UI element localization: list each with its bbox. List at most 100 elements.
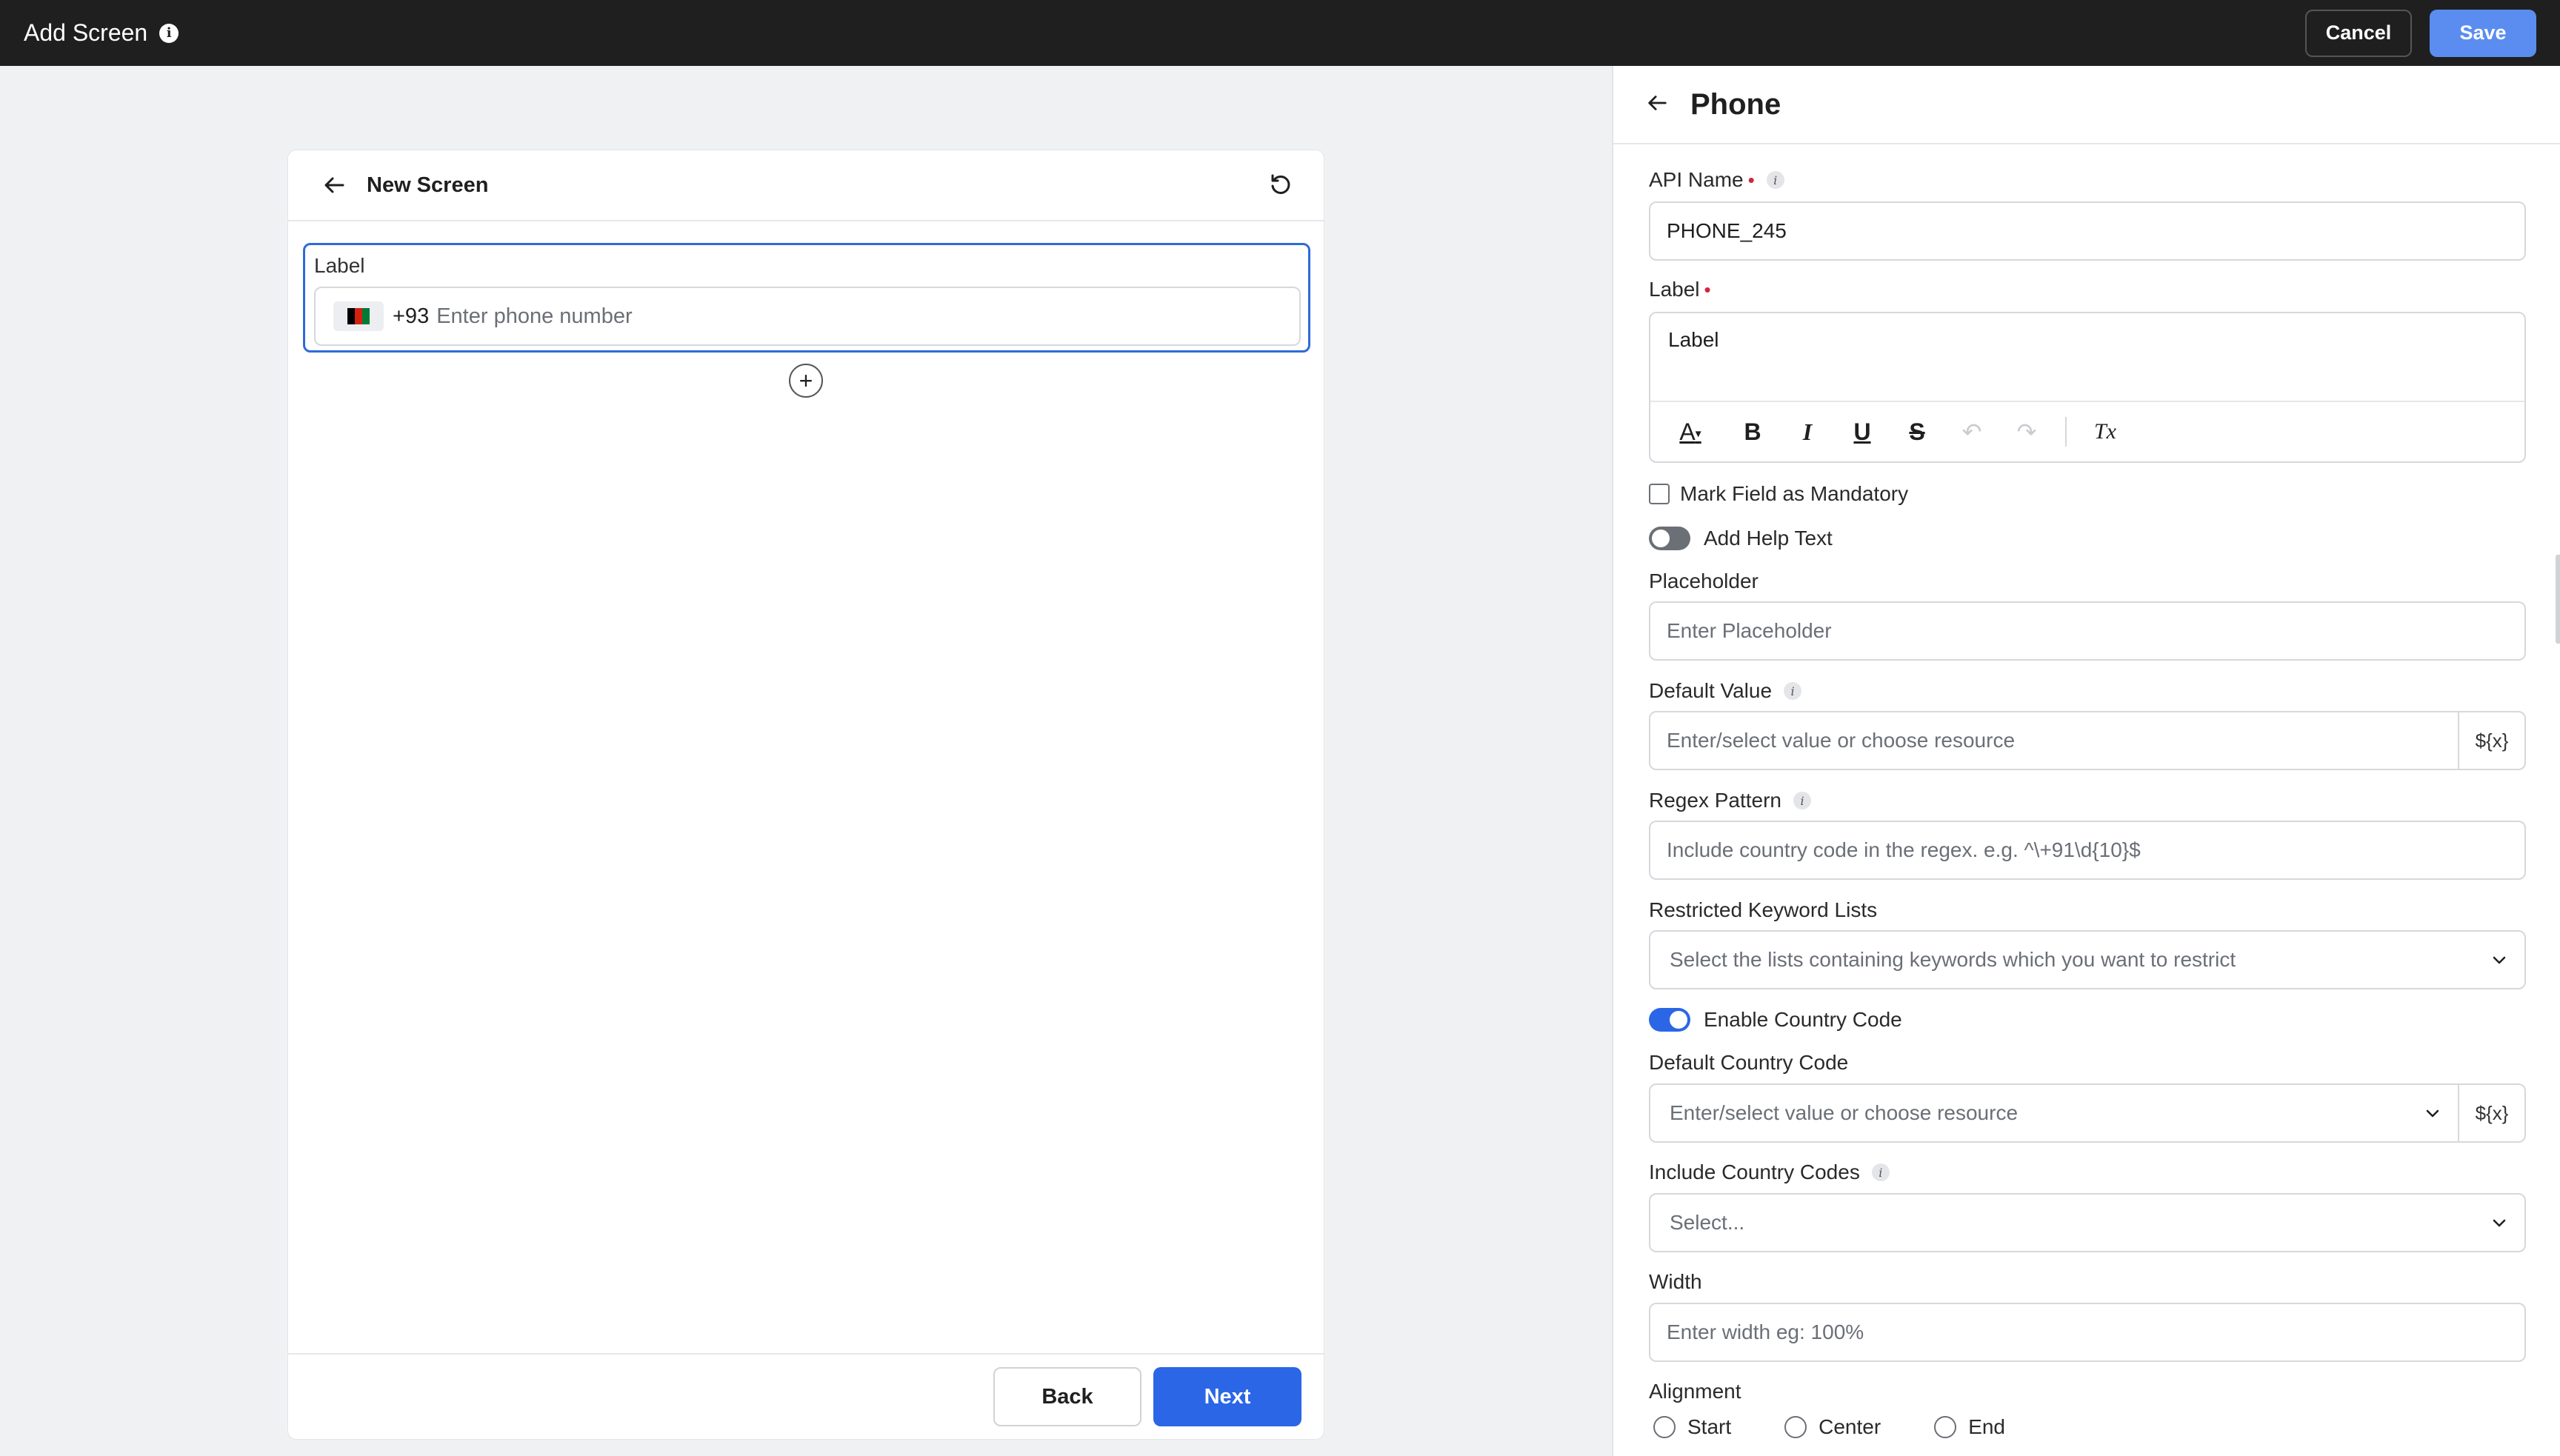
help-text-toggle-row[interactable]: Add Help Text bbox=[1649, 527, 1833, 550]
back-arrow-icon[interactable] bbox=[321, 172, 347, 198]
next-button[interactable]: Next bbox=[1153, 1367, 1301, 1426]
checkbox-box[interactable] bbox=[1649, 484, 1670, 504]
api-name-label: API Name • i bbox=[1649, 168, 1784, 192]
label-field-label-text: Label bbox=[1649, 278, 1700, 301]
info-icon[interactable]: i bbox=[1793, 792, 1811, 809]
card-footer: Back Next bbox=[288, 1353, 1324, 1439]
width-placeholder: Enter width eg: 100% bbox=[1667, 1320, 1864, 1343]
scrollbar-handle[interactable] bbox=[2556, 555, 2560, 644]
toolbar-divider bbox=[2065, 417, 2067, 447]
label-field-label: Label • bbox=[1649, 278, 1711, 301]
country-selector[interactable] bbox=[333, 301, 384, 331]
api-name-input[interactable]: PHONE_245 bbox=[1649, 201, 2526, 261]
chevron-down-icon[interactable] bbox=[2424, 1104, 2441, 1122]
page-title: Add Screen bbox=[24, 19, 148, 46]
info-icon[interactable]: i bbox=[159, 23, 179, 43]
field-label: Label bbox=[314, 254, 365, 277]
placeholder-label-text: Placeholder bbox=[1649, 570, 1759, 592]
back-button[interactable]: Back bbox=[993, 1367, 1141, 1426]
cancel-button[interactable]: Cancel bbox=[2305, 9, 2412, 57]
strikethrough-icon[interactable]: S bbox=[1901, 418, 1933, 446]
radio-circle[interactable] bbox=[1934, 1416, 1957, 1438]
placeholder-input-placeholder: Enter Placeholder bbox=[1667, 619, 1832, 642]
info-icon[interactable]: i bbox=[1871, 1163, 1890, 1181]
help-text-label: Add Help Text bbox=[1704, 527, 1833, 550]
placeholder-input[interactable]: Enter Placeholder bbox=[1649, 601, 2526, 661]
phone-country-code: +93 bbox=[393, 304, 430, 328]
underline-icon[interactable]: U bbox=[1846, 418, 1879, 446]
restricted-keyword-label-text: Restricted Keyword Lists bbox=[1649, 898, 1878, 921]
default-country-placeholder: Enter/select value or choose resource bbox=[1670, 1101, 2019, 1124]
undo-icon[interactable]: ↶ bbox=[1956, 418, 1988, 446]
width-label: Width bbox=[1649, 1270, 1702, 1294]
default-value-label-text: Default Value bbox=[1649, 679, 1773, 702]
radio-circle[interactable] bbox=[1784, 1416, 1807, 1438]
panel-back-arrow-icon[interactable] bbox=[1646, 92, 1668, 118]
restricted-keyword-placeholder: Select the lists containing keywords whi… bbox=[1670, 948, 2236, 971]
top-bar: Add Screen i Cancel Save bbox=[0, 0, 2560, 66]
include-codes-label-text: Include Country Codes bbox=[1649, 1161, 1860, 1183]
width-input[interactable]: Enter width eg: 100% bbox=[1649, 1303, 2526, 1362]
alignment-option-start[interactable]: Start bbox=[1653, 1415, 1731, 1439]
info-icon[interactable]: i bbox=[1766, 171, 1784, 189]
required-marker: • bbox=[1704, 278, 1711, 301]
screen-canvas: New Screen Label +93 Enter phone number … bbox=[0, 66, 1612, 1456]
phone-input[interactable]: +93 Enter phone number bbox=[314, 287, 1301, 346]
mandatory-checkbox[interactable]: Mark Field as Mandatory bbox=[1649, 482, 1908, 506]
selected-phone-field[interactable]: Label +93 Enter phone number bbox=[303, 243, 1310, 353]
italic-icon[interactable]: I bbox=[1791, 418, 1824, 446]
regex-label-text: Regex Pattern bbox=[1649, 789, 1781, 812]
redo-icon[interactable]: ↷ bbox=[2010, 418, 2043, 446]
add-field-plus-icon[interactable]: + bbox=[789, 364, 823, 398]
resource-picker-button[interactable]: ${x} bbox=[2458, 1085, 2524, 1141]
panel-title: Phone bbox=[1690, 87, 1781, 121]
default-value-input[interactable]: Enter/select value or choose resource ${… bbox=[1649, 711, 2526, 770]
font-color-icon[interactable]: A▾ bbox=[1667, 418, 1714, 446]
default-country-label-text: Default Country Code bbox=[1649, 1051, 1849, 1074]
default-country-select[interactable]: Enter/select value or choose resource ${… bbox=[1649, 1083, 2526, 1143]
width-label-text: Width bbox=[1649, 1270, 1702, 1293]
info-icon[interactable]: i bbox=[1784, 682, 1802, 700]
include-codes-label: Include Country Codes i bbox=[1649, 1161, 1890, 1184]
include-codes-placeholder: Select... bbox=[1670, 1211, 1745, 1234]
alignment-radio-group: Start Center End bbox=[1653, 1415, 2005, 1439]
save-button[interactable]: Save bbox=[2430, 9, 2536, 57]
placeholder-label: Placeholder bbox=[1649, 570, 1759, 593]
country-code-toggle[interactable] bbox=[1649, 1008, 1690, 1032]
alignment-label-text: Alignment bbox=[1649, 1380, 1741, 1403]
font-color-glyph: A bbox=[1679, 418, 1696, 445]
label-rich-text-editor[interactable]: Label A▾ B I U S ↶ ↷ Tx bbox=[1649, 312, 2526, 463]
api-name-label-text: API Name bbox=[1649, 168, 1744, 191]
alignment-option-center[interactable]: Center bbox=[1784, 1415, 1881, 1439]
default-value-placeholder: Enter/select value or choose resource bbox=[1667, 729, 2016, 752]
mandatory-label: Mark Field as Mandatory bbox=[1680, 482, 1909, 505]
alignment-start-label: Start bbox=[1687, 1415, 1732, 1438]
resource-picker-button[interactable]: ${x} bbox=[2458, 712, 2524, 769]
card-header: New Screen bbox=[288, 150, 1324, 221]
chevron-down-icon bbox=[2490, 951, 2508, 969]
default-value-label: Default Value i bbox=[1649, 679, 1802, 703]
regex-input[interactable]: Include country code in the regex. e.g. … bbox=[1649, 821, 2526, 880]
radio-circle[interactable] bbox=[1653, 1416, 1676, 1438]
regex-placeholder: Include country code in the regex. e.g. … bbox=[1667, 838, 2141, 861]
alignment-option-end[interactable]: End bbox=[1934, 1415, 2005, 1439]
refresh-icon[interactable] bbox=[1267, 172, 1294, 198]
rich-text-toolbar: A▾ B I U S ↶ ↷ Tx bbox=[1650, 401, 2524, 461]
country-code-toggle-row[interactable]: Enable Country Code bbox=[1649, 1008, 1902, 1032]
include-codes-select[interactable]: Select... bbox=[1649, 1193, 2526, 1252]
properties-panel: Phone API Name • i PHONE_245 Label • Label … bbox=[1612, 66, 2560, 1456]
afghanistan-flag-icon bbox=[347, 308, 370, 324]
restricted-keyword-select[interactable]: Select the lists containing keywords whi… bbox=[1649, 930, 2526, 989]
required-marker: • bbox=[1747, 168, 1755, 191]
alignment-center-label: Center bbox=[1819, 1415, 1881, 1438]
label-editor-text[interactable]: Label bbox=[1668, 328, 1719, 352]
restricted-keyword-label: Restricted Keyword Lists bbox=[1649, 898, 1877, 922]
screen-preview-card: New Screen Label +93 Enter phone number … bbox=[287, 150, 1324, 1440]
api-name-value: PHONE_245 bbox=[1667, 219, 1787, 242]
card-title: New Screen bbox=[367, 173, 489, 197]
help-text-toggle[interactable] bbox=[1649, 527, 1690, 550]
clear-format-icon[interactable]: Tx bbox=[2089, 419, 2121, 444]
alignment-label: Alignment bbox=[1649, 1380, 1741, 1403]
chevron-down-icon bbox=[2490, 1214, 2508, 1232]
bold-icon[interactable]: B bbox=[1736, 418, 1769, 446]
